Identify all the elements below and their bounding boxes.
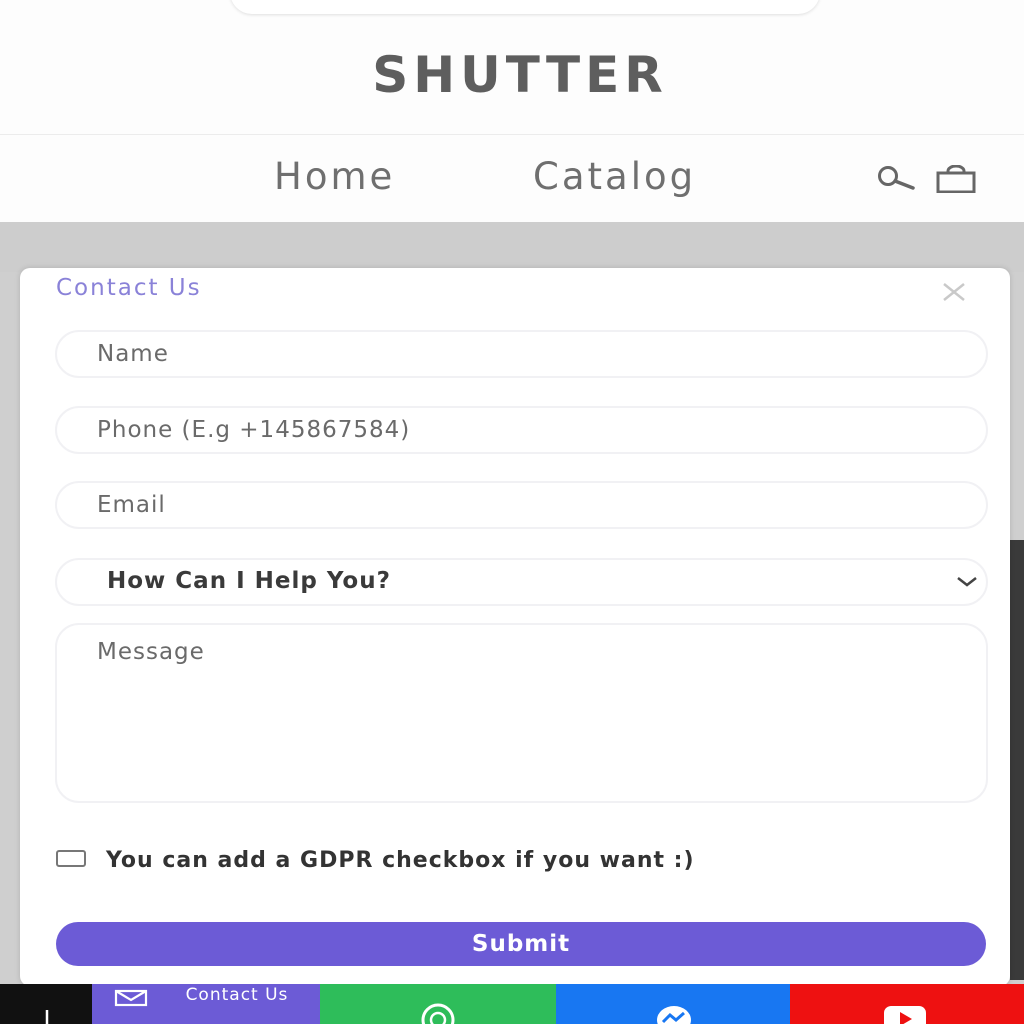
help-topic-select[interactable]: How Can I Help You? — [55, 558, 988, 606]
contact-form-title: Contact Us — [56, 275, 202, 301]
gdpr-checkbox[interactable] — [56, 850, 86, 867]
page-content-edge — [1010, 540, 1024, 980]
scroll-top-button[interactable] — [0, 984, 92, 1024]
site-logo[interactable]: SHUTTER — [0, 46, 1024, 104]
gdpr-label[interactable]: You can add a GDPR checkbox if you want … — [106, 848, 695, 873]
arrow-up-icon — [40, 1002, 54, 1024]
whatsapp-icon — [415, 1002, 461, 1024]
messenger-button[interactable] — [556, 984, 790, 1024]
mail-icon — [114, 989, 148, 1011]
contact-form-popup: Contact Us How Can I Help You? You can a… — [20, 268, 1010, 986]
page-backdrop — [0, 222, 1024, 272]
youtube-button[interactable] — [790, 984, 1024, 1024]
main-nav: Home Catalog — [0, 155, 1024, 205]
email-field[interactable] — [55, 481, 988, 529]
contact-us-button[interactable]: Contact Us — [92, 984, 320, 1024]
site-header: SHUTTER Home Catalog — [0, 0, 1024, 222]
message-field[interactable] — [55, 623, 988, 803]
close-icon[interactable] — [940, 278, 968, 306]
chevron-down-icon — [955, 574, 979, 593]
messenger-icon — [651, 1002, 697, 1024]
whatsapp-button[interactable] — [320, 984, 556, 1024]
phone-field[interactable] — [55, 406, 988, 454]
search-icon[interactable] — [875, 165, 917, 195]
nav-link-home[interactable]: Home — [274, 155, 395, 198]
youtube-icon — [880, 1002, 930, 1024]
name-field[interactable] — [55, 330, 988, 378]
contact-us-label: Contact Us — [185, 985, 289, 1005]
shopping-bag-icon[interactable] — [936, 164, 976, 197]
nav-link-catalog[interactable]: Catalog — [533, 155, 696, 198]
announcement-bar — [230, 0, 820, 14]
header-divider — [0, 134, 1024, 135]
submit-button[interactable]: Submit — [56, 922, 986, 966]
help-topic-selected: How Can I Help You? — [107, 568, 391, 594]
floating-contact-bar: Contact Us — [0, 984, 1024, 1024]
